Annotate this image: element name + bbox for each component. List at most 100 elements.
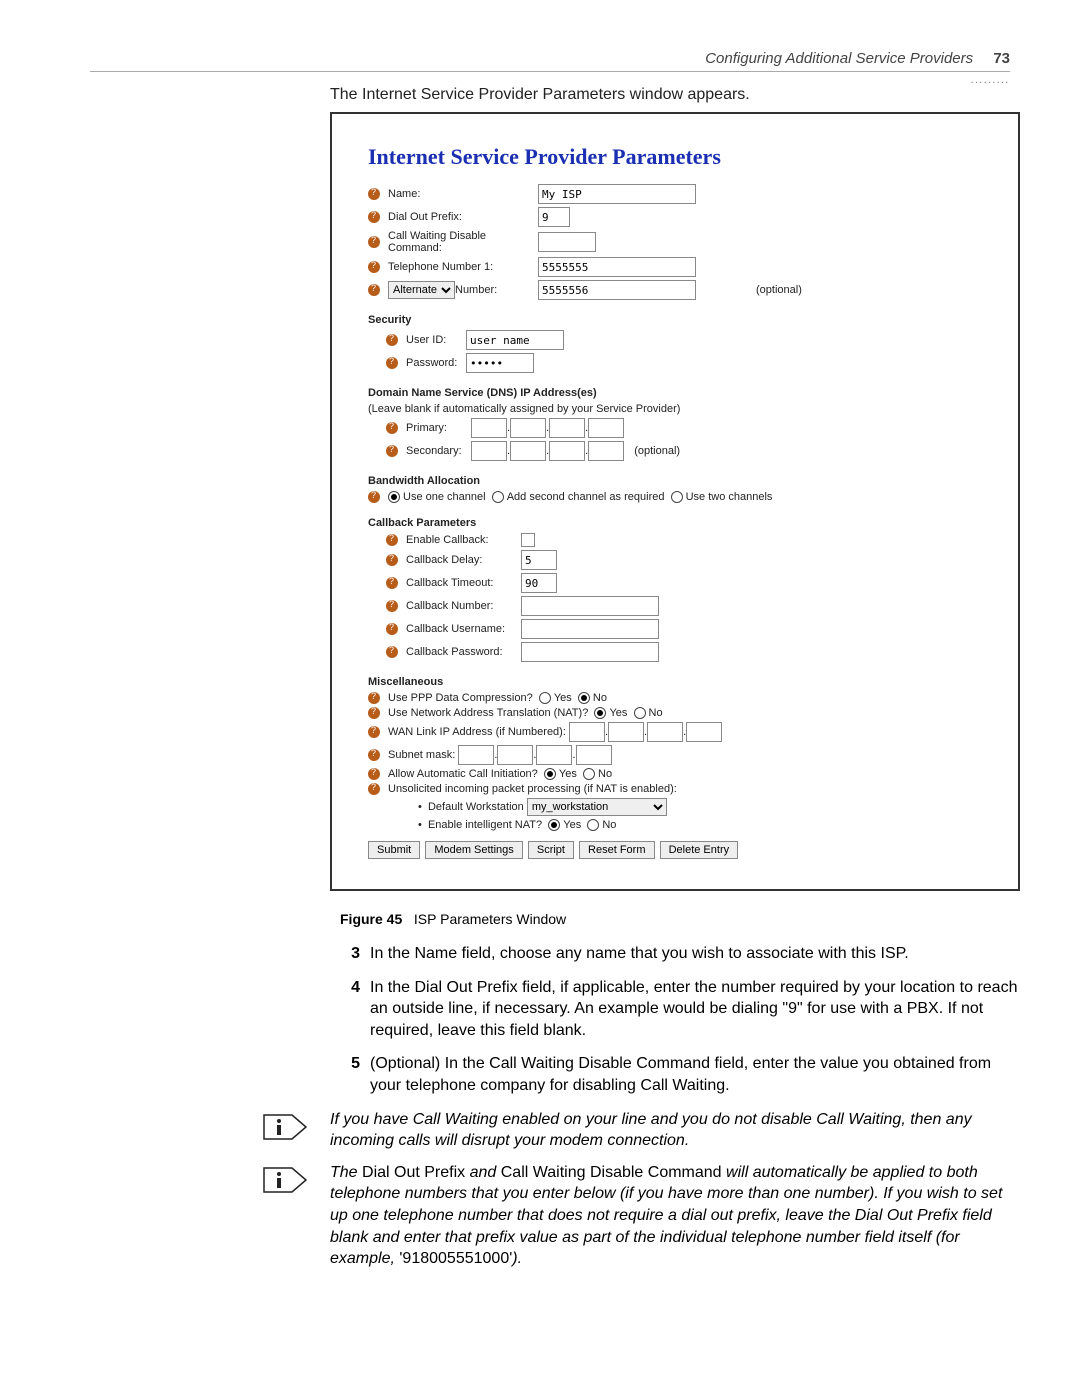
- radio-two-channels[interactable]: [671, 491, 683, 503]
- intro-text: The Internet Service Provider Parameters…: [330, 86, 1020, 104]
- modem-settings-button[interactable]: Modem Settings: [425, 841, 522, 859]
- enable-callback-checkbox[interactable]: [521, 533, 535, 547]
- help-icon[interactable]: [368, 188, 380, 200]
- nat-yes-radio[interactable]: [594, 707, 606, 719]
- dial-prefix-input[interactable]: [538, 207, 570, 227]
- reset-form-button[interactable]: Reset Form: [579, 841, 654, 859]
- help-icon[interactable]: [386, 600, 398, 612]
- help-icon[interactable]: [368, 768, 380, 780]
- dial-prefix-label: Dial Out Prefix:: [388, 211, 538, 223]
- ppp-yes-radio[interactable]: [539, 692, 551, 704]
- call-waiting-label: Call Waiting Disable Command:: [388, 230, 538, 254]
- userid-input[interactable]: [466, 330, 564, 350]
- ip-input[interactable]: [576, 745, 612, 765]
- misc-heading: Miscellaneous: [368, 676, 998, 688]
- note-2-text: The Dial Out Prefix and Call Waiting Dis…: [330, 1162, 1020, 1270]
- ip-input[interactable]: [497, 745, 533, 765]
- callback-username-input[interactable]: [521, 619, 659, 639]
- ip-input[interactable]: [510, 441, 546, 461]
- ip-input[interactable]: [549, 441, 585, 461]
- help-icon[interactable]: [368, 284, 380, 296]
- help-icon[interactable]: [386, 534, 398, 546]
- help-icon[interactable]: [368, 491, 380, 503]
- help-icon[interactable]: [368, 726, 380, 738]
- help-icon[interactable]: [386, 422, 398, 434]
- script-button[interactable]: Script: [528, 841, 574, 859]
- intelnat-yes-radio[interactable]: [548, 819, 560, 831]
- callback-delay-input[interactable]: [521, 550, 557, 570]
- security-heading: Security: [368, 314, 998, 326]
- radio-add-channel[interactable]: [492, 491, 504, 503]
- name-input[interactable]: [538, 184, 696, 204]
- help-icon[interactable]: [368, 692, 380, 704]
- help-icon[interactable]: [368, 261, 380, 273]
- help-icon[interactable]: [368, 707, 380, 719]
- password-label: Password:: [406, 357, 466, 369]
- ip-input[interactable]: [510, 418, 546, 438]
- ip-input[interactable]: [569, 722, 605, 742]
- dns-heading: Domain Name Service (DNS) IP Address(es): [368, 387, 998, 399]
- secondary-label: Secondary:: [406, 445, 471, 457]
- callback-username-label: Callback Username:: [406, 623, 521, 635]
- ip-input[interactable]: [536, 745, 572, 765]
- default-ws-select[interactable]: my_workstation: [527, 798, 667, 816]
- alt-number-input[interactable]: [538, 280, 696, 300]
- header-dots: .........: [90, 72, 1010, 86]
- help-icon[interactable]: [386, 577, 398, 589]
- ip-input[interactable]: [549, 418, 585, 438]
- ip-input[interactable]: [471, 418, 507, 438]
- ip-input[interactable]: [588, 418, 624, 438]
- ip-input[interactable]: [588, 441, 624, 461]
- section-title: Configuring Additional Service Providers: [705, 50, 973, 67]
- step-5-text: (Optional) In the Call Waiting Disable C…: [370, 1053, 1020, 1096]
- help-icon[interactable]: [368, 236, 380, 248]
- autocall-no-radio[interactable]: [583, 768, 595, 780]
- ip-input[interactable]: [608, 722, 644, 742]
- primary-label: Primary:: [406, 422, 471, 434]
- help-icon[interactable]: [386, 334, 398, 346]
- autocall-label: Allow Automatic Call Initiation?: [388, 768, 538, 780]
- callback-number-input[interactable]: [521, 596, 659, 616]
- help-icon[interactable]: [368, 211, 380, 223]
- call-waiting-input[interactable]: [538, 232, 596, 252]
- no-label: No: [593, 692, 607, 704]
- ip-input[interactable]: [471, 441, 507, 461]
- nat-no-radio[interactable]: [634, 707, 646, 719]
- help-icon[interactable]: [368, 783, 380, 795]
- callback-delay-label: Callback Delay:: [406, 554, 521, 566]
- help-icon[interactable]: [386, 445, 398, 457]
- help-icon[interactable]: [386, 554, 398, 566]
- step-number: 4: [330, 977, 370, 1042]
- yes-label: Yes: [609, 707, 627, 719]
- alternate-select[interactable]: Alternate: [388, 281, 455, 299]
- ip-input[interactable]: [647, 722, 683, 742]
- radio-one-channel[interactable]: [388, 491, 400, 503]
- callback-timeout-label: Callback Timeout:: [406, 577, 521, 589]
- window-title: Internet Service Provider Parameters: [368, 144, 998, 170]
- help-icon[interactable]: [368, 749, 380, 761]
- help-icon[interactable]: [386, 357, 398, 369]
- help-icon[interactable]: [386, 623, 398, 635]
- ip-input[interactable]: [686, 722, 722, 742]
- dns-note: (Leave blank if automatically assigned b…: [368, 403, 998, 415]
- submit-button[interactable]: Submit: [368, 841, 420, 859]
- default-ws-label: Default Workstation: [428, 801, 524, 813]
- help-icon[interactable]: [386, 646, 398, 658]
- ppp-no-radio[interactable]: [578, 692, 590, 704]
- delete-entry-button[interactable]: Delete Entry: [660, 841, 739, 859]
- intelnat-no-radio[interactable]: [587, 819, 599, 831]
- ip-input[interactable]: [458, 745, 494, 765]
- tel1-input[interactable]: [538, 257, 696, 277]
- opt3-label: Use two channels: [686, 491, 773, 503]
- optional-label: (optional): [634, 445, 680, 457]
- callback-timeout-input[interactable]: [521, 573, 557, 593]
- callback-password-input[interactable]: [521, 642, 659, 662]
- callback-number-label: Callback Number:: [406, 600, 521, 612]
- info-icon: [262, 1113, 308, 1141]
- password-input[interactable]: [466, 353, 534, 373]
- wan-label: WAN Link IP Address (if Numbered):: [388, 726, 566, 738]
- callback-heading: Callback Parameters: [368, 517, 998, 529]
- autocall-yes-radio[interactable]: [544, 768, 556, 780]
- intel-nat-label: Enable intelligent NAT?: [428, 819, 542, 831]
- subnet-label: Subnet mask:: [388, 749, 455, 761]
